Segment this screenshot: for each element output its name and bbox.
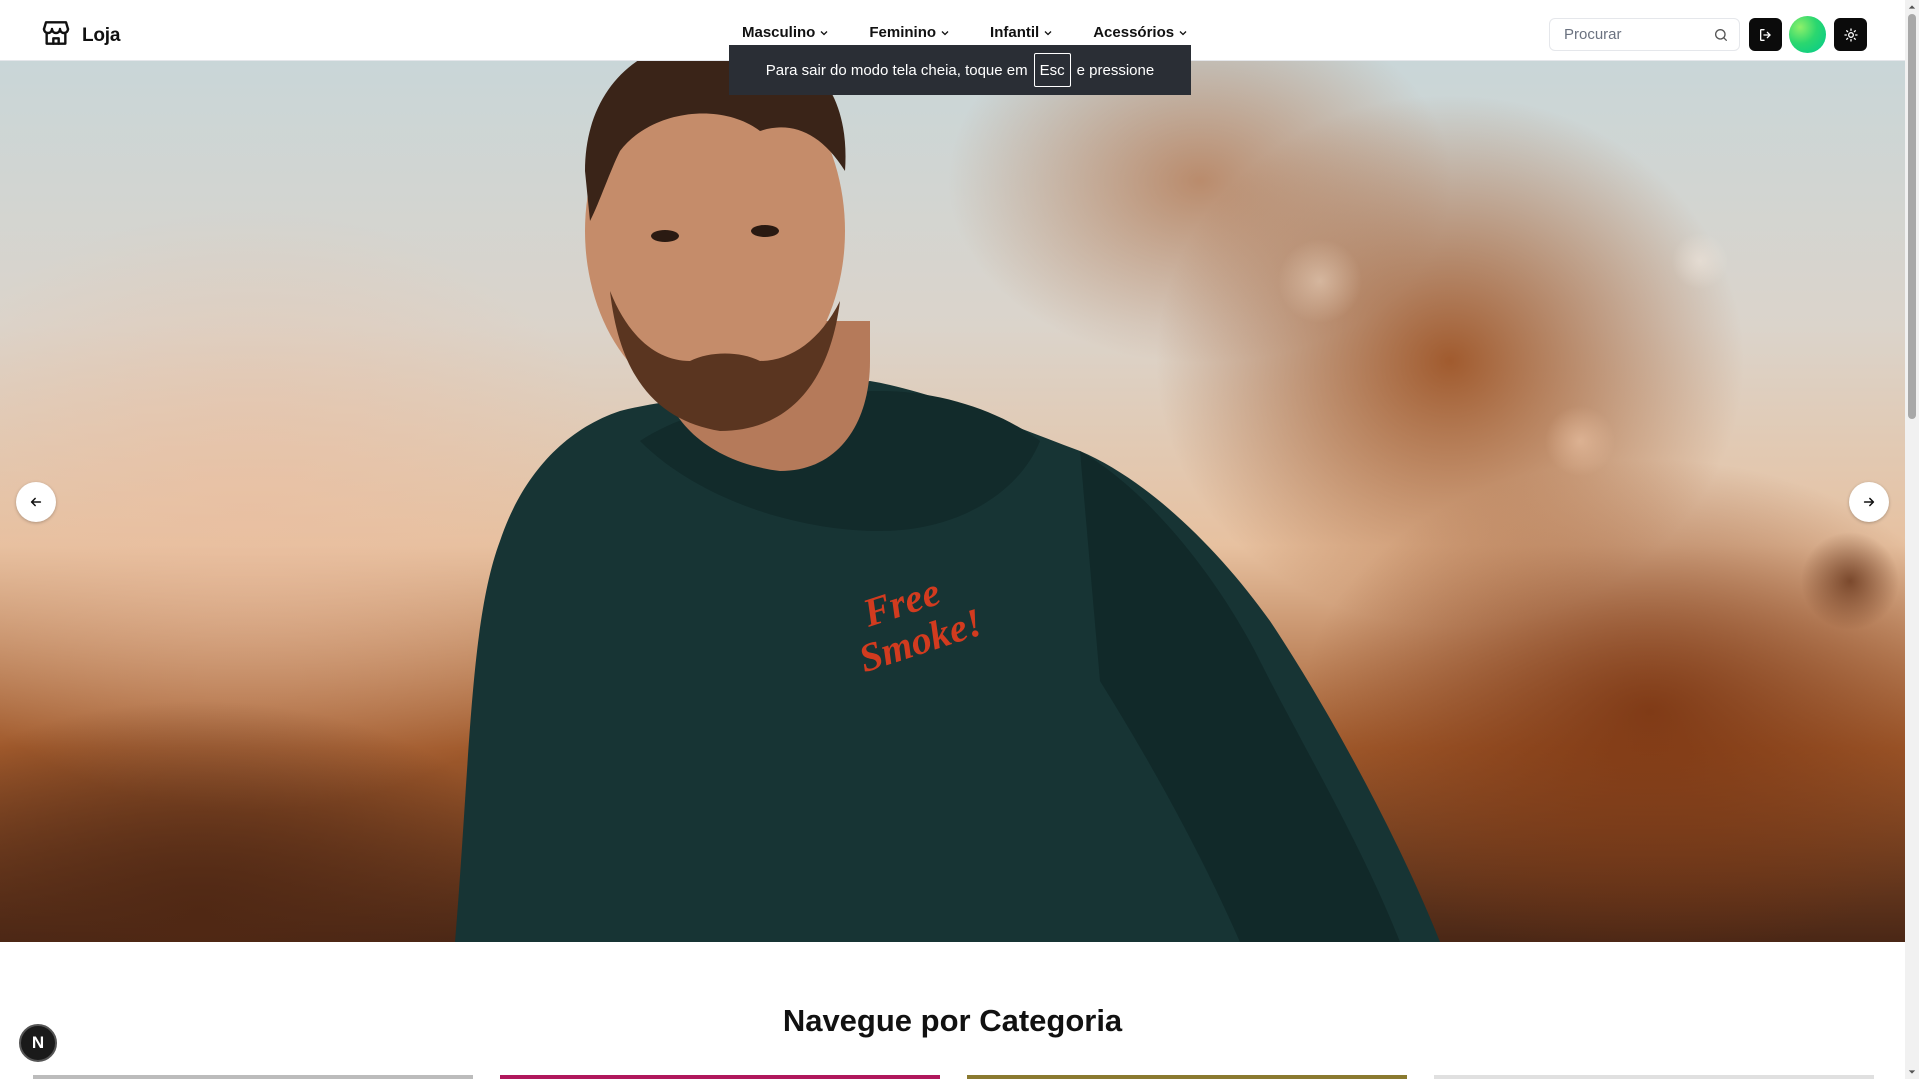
chevron-down-icon <box>820 30 828 35</box>
category-card[interactable] <box>500 1075 940 1079</box>
scroll-down-arrow-icon[interactable] <box>1907 1067 1917 1077</box>
nav-item-infantil[interactable]: Infantil <box>990 24 1053 41</box>
search-box <box>1549 18 1740 51</box>
nav-item-label: Acessórios <box>1093 24 1175 41</box>
carousel-prev-button[interactable] <box>16 482 56 522</box>
category-card[interactable] <box>33 1075 473 1079</box>
arrow-left-icon <box>30 497 42 507</box>
log-out-icon <box>1759 28 1771 41</box>
theme-toggle-button[interactable] <box>1834 18 1867 51</box>
shirt-print-text: Free Smoke! <box>853 569 987 681</box>
search-input[interactable] <box>1562 25 1713 44</box>
user-avatar[interactable] <box>1789 16 1826 53</box>
page: Loja Masculino Feminino Infantil Acessór… <box>0 0 1919 1079</box>
chevron-down-icon <box>1044 30 1052 35</box>
nav-item-label: Infantil <box>990 24 1040 41</box>
nextjs-dev-badge[interactable]: N <box>19 1024 57 1062</box>
category-section-title: Navegue por Categoria <box>782 1003 1123 1038</box>
store-icon <box>40 17 72 54</box>
category-card[interactable] <box>1434 1075 1874 1079</box>
arrow-right-icon <box>1863 497 1875 507</box>
search-icon[interactable] <box>1713 27 1729 43</box>
hero-image-person <box>455 61 1440 942</box>
nav-item-label: Feminino <box>869 24 937 41</box>
fullscreen-notice-suffix: e pressione <box>1076 61 1155 79</box>
nav-item-acessorios[interactable]: Acessórios <box>1093 24 1188 41</box>
nav-item-feminino[interactable]: Feminino <box>869 24 950 41</box>
chevron-down-icon <box>1179 30 1187 35</box>
brand-name: Loja <box>82 24 121 46</box>
scroll-up-arrow-icon[interactable] <box>1907 2 1917 12</box>
brand-home-link[interactable]: Loja <box>40 17 120 54</box>
carousel-next-button[interactable] <box>1849 482 1889 522</box>
sun-icon <box>1843 27 1858 42</box>
scrollbar-thumb[interactable] <box>1908 14 1916 419</box>
logout-button[interactable] <box>1749 18 1782 51</box>
chevron-down-icon <box>941 30 949 35</box>
page-scrollbar[interactable] <box>1905 0 1919 1079</box>
nav-item-label: Masculino <box>742 24 816 41</box>
fullscreen-notice-prefix: Para sair do modo tela cheia, toque em <box>765 61 1028 79</box>
category-cards <box>33 1075 1874 1079</box>
hero-carousel: Free Smoke! <box>0 61 1905 942</box>
main-nav: Masculino Feminino Infantil Acessórios <box>742 24 1188 41</box>
fullscreen-exit-notice: Para sair do modo tela cheia, toque em E… <box>729 45 1191 95</box>
esc-key-hint: Esc <box>1033 53 1071 87</box>
category-card[interactable] <box>967 1075 1407 1079</box>
nav-item-masculino[interactable]: Masculino <box>742 24 829 41</box>
